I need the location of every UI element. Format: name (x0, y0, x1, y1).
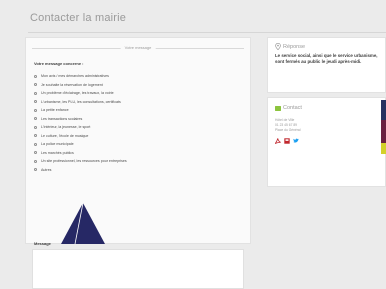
color-band-segment (381, 120, 386, 143)
contact-title: Contact (275, 105, 302, 111)
print-icon[interactable] (284, 138, 290, 144)
subject-option[interactable]: Le culture, l'école de musique (34, 132, 127, 141)
radio-button[interactable] (34, 108, 37, 112)
radio-button[interactable] (34, 168, 37, 172)
radio-button[interactable] (34, 134, 37, 138)
subject-label: Votre message concerne : (34, 61, 84, 66)
contact-line: Place du Général (275, 127, 301, 132)
radio-button[interactable] (34, 125, 37, 129)
form-legend: Votre message (32, 44, 244, 52)
subject-option-label: Les marchés publics (41, 150, 74, 155)
subject-option-label: Je souhaite la réservation de logement (41, 82, 103, 87)
responsable-title: Réponse (275, 43, 305, 50)
subject-option[interactable]: Un problème d'éclairage, les travaux, la… (34, 89, 127, 98)
page-title: Contacter la mairie (30, 12, 127, 24)
message-textarea[interactable] (32, 249, 244, 289)
radio-button[interactable] (34, 100, 37, 104)
color-band-segment (381, 143, 386, 154)
cursor-arrow-icon (61, 203, 105, 244)
contact-form: Votre message Votre message concerne : M… (25, 37, 251, 289)
radio-button[interactable] (34, 159, 37, 163)
subject-option[interactable]: L'urbanisme, les PLU, les consultations,… (34, 98, 127, 107)
subject-option[interactable]: La police municipale (34, 140, 127, 149)
subject-option[interactable]: Autres (34, 166, 127, 175)
chat-bubble-icon (275, 105, 281, 111)
subject-option-label: L'intérieur, la jeunesse, le sport (41, 125, 91, 130)
subject-option[interactable]: Les transactions scolaires (34, 115, 127, 124)
subject-option[interactable]: Les marchés publics (34, 149, 127, 158)
color-band-segment (381, 100, 386, 120)
subject-option[interactable]: L'intérieur, la jeunesse, le sport (34, 123, 127, 132)
subject-option-label: La police municipale (41, 142, 74, 147)
radio-button[interactable] (34, 74, 37, 78)
title-divider (28, 32, 386, 33)
radio-button[interactable] (34, 91, 37, 95)
acrobat-icon[interactable] (275, 138, 281, 144)
subject-option-label: Mon avis / mes démarches administratives (41, 74, 109, 79)
share-icons (275, 138, 299, 144)
contact-line: 01 23 45 67 89 (275, 122, 297, 127)
subject-option[interactable]: Un site professionnel, les ressources po… (34, 157, 127, 166)
subject-option-label: Les transactions scolaires (41, 116, 83, 121)
twitter-icon[interactable] (293, 138, 299, 144)
form-legend-label: Votre message (120, 44, 156, 52)
subject-option-label: La petite enfance (41, 108, 69, 113)
radio-button[interactable] (34, 151, 37, 155)
responsable-card: Réponse Le service social, ainsi que le … (267, 37, 386, 93)
subject-option-label: L'urbanisme, les PLU, les consultations,… (41, 99, 121, 104)
radio-button[interactable] (34, 117, 37, 121)
contact-title-text: Contact (283, 105, 302, 111)
subject-option-label: Autres (41, 167, 52, 172)
responsable-text: Le service social, ainsi que le service … (275, 53, 378, 65)
subject-radio-list: Mon avis / mes démarches administratives… (34, 72, 127, 174)
responsable-title-text: Réponse (283, 43, 306, 50)
subject-option[interactable]: Mon avis / mes démarches administratives (34, 72, 127, 81)
subject-option-label: Le culture, l'école de musique (41, 133, 89, 138)
subject-option-label: Un problème d'éclairage, les travaux, la… (41, 91, 114, 96)
contact-card: Contact Hôtel de Ville 01 23 45 67 89 Pl… (267, 97, 386, 187)
subject-option-label: Un site professionnel, les ressources po… (41, 159, 127, 164)
cursor-arrow-fill (61, 203, 105, 244)
radio-button[interactable] (34, 83, 37, 87)
radio-button[interactable] (34, 142, 37, 146)
map-pin-icon (275, 43, 281, 50)
subject-option[interactable]: La petite enfance (34, 106, 127, 115)
contact-details: Hôtel de Ville 01 23 45 67 89 Place du G… (275, 118, 300, 132)
subject-option[interactable]: Je souhaite la réservation de logement (34, 81, 127, 90)
